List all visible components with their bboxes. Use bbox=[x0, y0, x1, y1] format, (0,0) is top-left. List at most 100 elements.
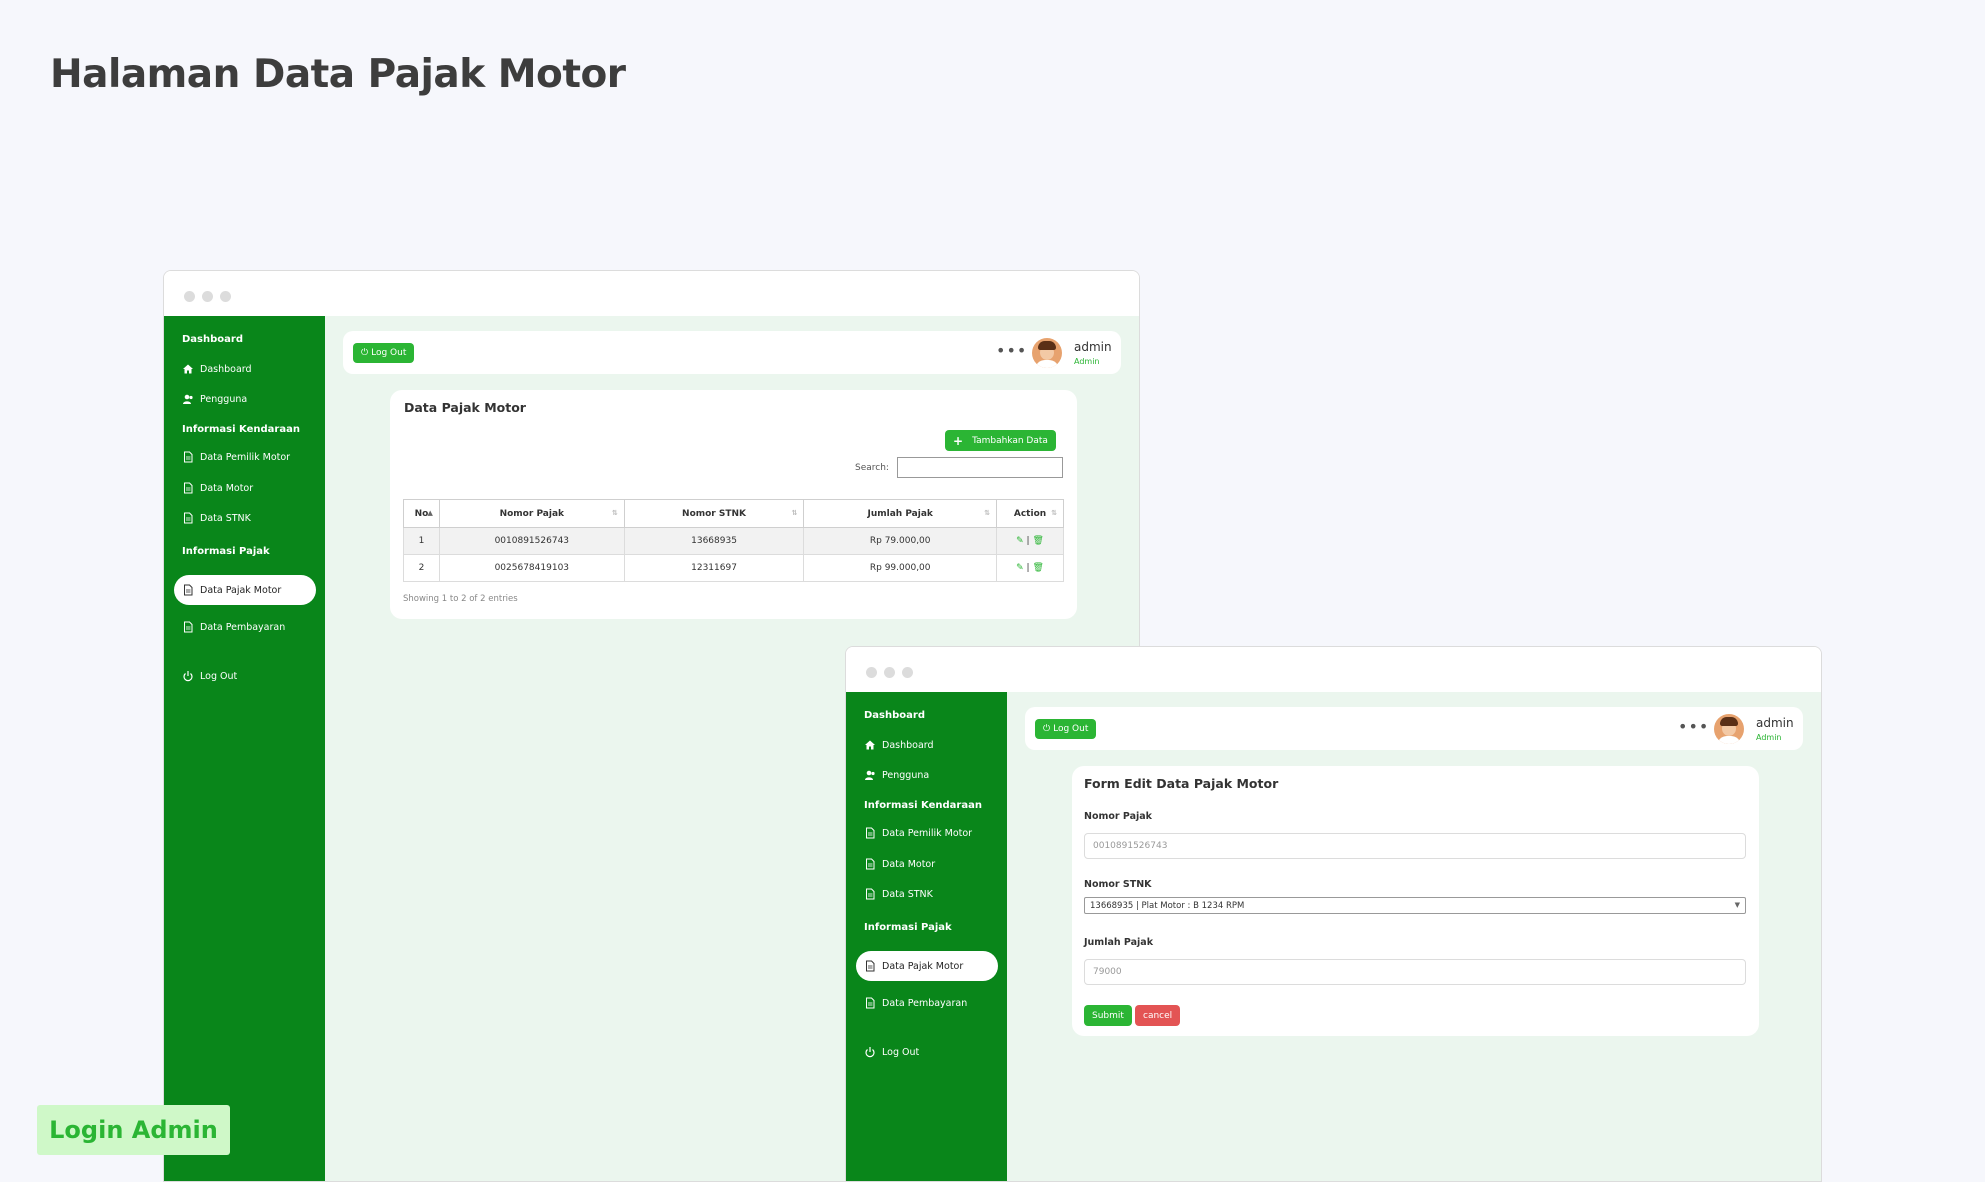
sidebar-item-pengguna[interactable]: Pengguna bbox=[856, 760, 998, 790]
cell-no: 1 bbox=[403, 527, 440, 555]
sidebar-item-pemilik[interactable]: Data Pemilik Motor bbox=[174, 442, 316, 472]
trash-icon[interactable]: 🗑 bbox=[1032, 536, 1043, 546]
top-bar: ⏻ Log Out ••• admin Admin bbox=[1025, 707, 1803, 750]
search-input[interactable] bbox=[897, 457, 1063, 478]
sidebar-item-label: Dashboard bbox=[882, 739, 934, 751]
more-icon[interactable]: ••• bbox=[1678, 717, 1709, 736]
sidebar-item-label: Data STNK bbox=[200, 512, 251, 524]
user-role: Admin bbox=[1074, 357, 1100, 366]
sidebar-heading-dashboard: Dashboard bbox=[182, 334, 243, 345]
nomor-stnk-label: Nomor STNK bbox=[1084, 879, 1152, 890]
sidebar-item-label: Data Pajak Motor bbox=[882, 960, 964, 972]
window-title-bar bbox=[846, 647, 1821, 692]
column-header-action[interactable]: Action ⇅ bbox=[996, 499, 1064, 528]
cell-nomor-pajak: 0010891526743 bbox=[438, 527, 625, 555]
sidebar-item-dashboard[interactable]: Dashboard bbox=[174, 354, 316, 384]
sidebar-item-label: Pengguna bbox=[882, 769, 930, 781]
window-title-bar bbox=[164, 271, 1139, 316]
cell-nomor-stnk: 12311697 bbox=[623, 554, 805, 582]
edit-icon[interactable]: ✎ bbox=[1016, 563, 1024, 573]
sidebar-heading-pajak: Informasi Pajak bbox=[864, 922, 952, 933]
sidebar-item-stnk[interactable]: Data STNK bbox=[856, 879, 998, 909]
file-icon bbox=[864, 858, 876, 870]
sidebar-heading-dashboard: Dashboard bbox=[864, 710, 925, 721]
sidebar-item-label: Data Motor bbox=[200, 482, 254, 494]
login-admin-badge: Login Admin bbox=[37, 1105, 230, 1155]
power-icon: ⏻ bbox=[1043, 724, 1051, 734]
avatar[interactable] bbox=[1714, 714, 1744, 744]
edit-icon[interactable]: ✎ bbox=[1016, 536, 1024, 546]
sidebar-item-dashboard[interactable]: Dashboard bbox=[856, 730, 998, 760]
sort-icon: ▲ bbox=[427, 509, 433, 517]
window-dot bbox=[902, 667, 913, 678]
power-icon bbox=[864, 1046, 876, 1058]
add-data-button[interactable]: + Tambahkan Data bbox=[945, 430, 1056, 451]
sidebar-item-pembayaran[interactable]: Data Pembayaran bbox=[856, 988, 998, 1018]
sidebar-item-pajak[interactable]: Data Pajak Motor bbox=[856, 951, 998, 981]
logout-button-label: Log Out bbox=[1053, 724, 1089, 734]
sidebar-item-pajak[interactable]: Data Pajak Motor bbox=[174, 575, 316, 605]
window-dot bbox=[184, 291, 195, 302]
logout-button-label: Log Out bbox=[371, 348, 407, 358]
file-icon bbox=[182, 451, 194, 463]
cell-nomor-pajak: 0025678419103 bbox=[438, 554, 625, 582]
sort-icon: ⇅ bbox=[984, 509, 991, 517]
file-icon bbox=[864, 888, 876, 900]
sidebar-item-label: Data Pembayaran bbox=[200, 621, 286, 633]
sidebar-item-motor[interactable]: Data Motor bbox=[174, 473, 316, 503]
user-name: admin bbox=[1074, 340, 1112, 354]
data-table: No ▲ Nomor Pajak ⇅ Nomor STNK ⇅ Jumlah Paja… bbox=[403, 499, 1064, 582]
sidebar-item-label: Data STNK bbox=[882, 888, 933, 900]
avatar[interactable] bbox=[1032, 338, 1062, 368]
file-icon bbox=[864, 997, 876, 1009]
file-icon bbox=[182, 621, 194, 633]
sidebar-item-label: Data Pemilik Motor bbox=[882, 827, 973, 839]
cell-no: 2 bbox=[403, 554, 440, 582]
sidebar-heading-kendaraan: Informasi Kendaraan bbox=[182, 424, 300, 435]
user-name: admin bbox=[1756, 716, 1794, 730]
column-header-nomor-stnk[interactable]: Nomor STNK ⇅ bbox=[623, 499, 805, 528]
nomor-stnk-select[interactable]: 13668935 | Plat Motor : B 1234 RPM ▼ bbox=[1084, 897, 1746, 914]
column-header-no[interactable]: No ▲ bbox=[403, 499, 440, 528]
logout-button[interactable]: ⏻ Log Out bbox=[353, 343, 415, 363]
window-content: Dashboard Dashboard Pengguna Informasi K… bbox=[846, 692, 1821, 1181]
table-info: Showing 1 to 2 of 2 entries bbox=[403, 594, 518, 604]
column-header-jumlah-pajak[interactable]: Jumlah Pajak ⇅ bbox=[803, 499, 998, 528]
sidebar-item-stnk[interactable]: Data STNK bbox=[174, 503, 316, 533]
column-header-nomor-pajak[interactable]: Nomor Pajak ⇅ bbox=[438, 499, 625, 528]
cell-jumlah-pajak: Rp 79.000,00 bbox=[803, 527, 998, 555]
file-icon bbox=[182, 512, 194, 524]
nomor-pajak-input[interactable]: 0010891526743 bbox=[1084, 833, 1746, 859]
sidebar-item-pemilik[interactable]: Data Pemilik Motor bbox=[856, 818, 998, 848]
action-separator: | bbox=[1026, 563, 1030, 573]
sidebar-item-logout[interactable]: Log Out bbox=[856, 1037, 998, 1067]
more-icon[interactable]: ••• bbox=[996, 341, 1027, 360]
table-row: 1 0010891526743 13668935 Rp 79.000,00 ✎ … bbox=[403, 527, 1064, 555]
edit-form-card: Form Edit Data Pajak Motor Nomor Pajak 0… bbox=[1072, 766, 1759, 1036]
plus-icon: + bbox=[953, 433, 964, 448]
file-icon bbox=[182, 482, 194, 494]
users-icon bbox=[864, 769, 876, 781]
sidebar-item-pembayaran[interactable]: Data Pembayaran bbox=[174, 612, 316, 642]
trash-icon[interactable]: 🗑 bbox=[1032, 563, 1043, 573]
file-icon bbox=[864, 960, 876, 972]
cell-nomor-stnk: 13668935 bbox=[623, 527, 805, 555]
home-icon bbox=[182, 363, 194, 375]
window-dot bbox=[866, 667, 877, 678]
sidebar-item-pengguna[interactable]: Pengguna bbox=[174, 384, 316, 414]
jumlah-pajak-label: Jumlah Pajak bbox=[1084, 937, 1154, 948]
sidebar-item-motor[interactable]: Data Motor bbox=[856, 849, 998, 879]
logout-button[interactable]: ⏻ Log Out bbox=[1035, 719, 1097, 739]
sidebar-item-label: Data Pajak Motor bbox=[200, 584, 282, 596]
action-separator: | bbox=[1026, 536, 1030, 546]
add-data-label: Tambahkan Data bbox=[972, 435, 1048, 446]
nomor-stnk-selected: 13668935 | Plat Motor : B 1234 RPM bbox=[1090, 900, 1245, 911]
sidebar-item-label: Pengguna bbox=[200, 393, 248, 405]
user-role: Admin bbox=[1756, 733, 1782, 742]
table-header-row: No ▲ Nomor Pajak ⇅ Nomor STNK ⇅ Jumlah Paja… bbox=[403, 499, 1064, 528]
cancel-button[interactable]: cancel bbox=[1135, 1005, 1181, 1026]
sidebar-item-logout[interactable]: Log Out bbox=[174, 661, 316, 691]
table-row: 2 0025678419103 12311697 Rp 99.000,00 ✎ … bbox=[403, 554, 1064, 582]
jumlah-pajak-input[interactable]: 79000 bbox=[1084, 959, 1746, 985]
submit-button[interactable]: Submit bbox=[1084, 1005, 1132, 1026]
